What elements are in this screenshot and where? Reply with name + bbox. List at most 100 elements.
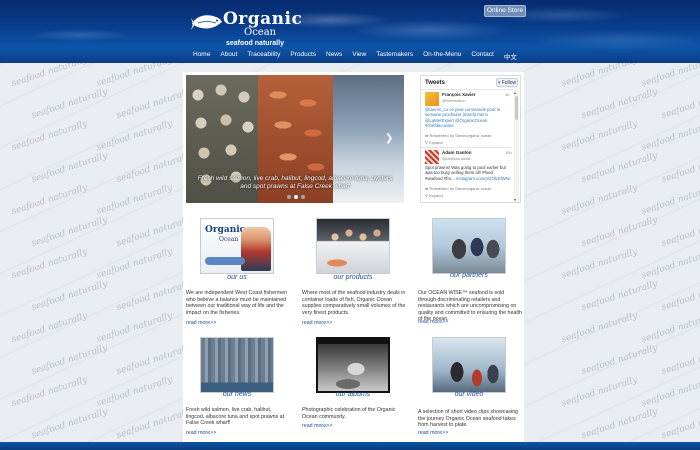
read-more-video[interactable]: read more>> bbox=[418, 430, 448, 436]
watermark-text: seafood naturally bbox=[10, 183, 89, 217]
slide-dot-active[interactable] bbox=[294, 195, 298, 199]
partners-image[interactable] bbox=[432, 218, 506, 274]
read-more-albums[interactable]: read more>> bbox=[302, 423, 332, 429]
watermark-text: seafood naturally bbox=[640, 63, 700, 89]
expand-link[interactable]: ⚲ Expand bbox=[425, 193, 443, 198]
tweets-title: Tweets bbox=[425, 80, 445, 86]
read-more-products[interactable]: read more>> bbox=[302, 320, 332, 326]
watermark-text: seafood naturally bbox=[95, 247, 174, 281]
scroll-down-icon[interactable]: ▾ bbox=[514, 197, 516, 202]
nav-item-traceability[interactable]: Traceability bbox=[247, 51, 280, 61]
watermark-text: seafood naturally bbox=[660, 151, 700, 185]
retweet-label: Retweeted by Steve/organic ocean bbox=[429, 186, 492, 191]
nav-item-products[interactable]: Products bbox=[290, 51, 316, 61]
nav-item-on-the-menu[interactable]: On-the-Menu bbox=[423, 51, 461, 61]
watermark-text: seafood naturally bbox=[580, 87, 659, 121]
tweet-time[interactable]: 4h bbox=[505, 92, 509, 97]
watermark-text: seafood naturally bbox=[10, 119, 89, 153]
news-image[interactable] bbox=[200, 337, 274, 393]
watermark-text: seafood naturally bbox=[30, 87, 109, 121]
twitter-bird-icon: ▾ bbox=[497, 80, 501, 86]
pin-icon: ⚲ bbox=[425, 193, 428, 198]
scrollbar-thumb[interactable] bbox=[515, 96, 518, 120]
section-title-products[interactable]: our products bbox=[302, 274, 404, 281]
tweet-text: @tannin_co on peut commande pour la sema… bbox=[425, 107, 511, 128]
products-image[interactable] bbox=[316, 218, 390, 274]
watermark-text: seafood naturally bbox=[95, 375, 174, 409]
divider bbox=[421, 147, 512, 148]
tweet-author-name[interactable]: Adam Ganton bbox=[442, 150, 472, 155]
watermark-text: seafood naturally bbox=[95, 183, 174, 217]
section-title-albums[interactable]: our albums bbox=[302, 391, 404, 398]
follow-label: Follow bbox=[501, 80, 517, 86]
about-image-logo-text: Organic bbox=[205, 225, 246, 235]
section-desc-about: We are independent West Coast fishermen … bbox=[186, 290, 288, 316]
read-more-about[interactable]: read more>> bbox=[186, 320, 216, 326]
expand-label: Expand bbox=[429, 140, 443, 145]
nav-item-chinese[interactable]: 中文 bbox=[504, 51, 517, 61]
twitter-widget: Tweets ▾ Follow François Xavier @foxbrea… bbox=[420, 75, 521, 203]
watermark-text: seafood naturally bbox=[560, 183, 639, 217]
divider bbox=[421, 89, 512, 90]
watermark-text: seafood naturally bbox=[580, 343, 659, 377]
watermark-text: seafood naturally bbox=[640, 247, 700, 281]
nav-item-tastemakers[interactable]: Tastemakers bbox=[376, 51, 413, 61]
tweet-author-handle[interactable]: @chillsoundsoft bbox=[442, 156, 470, 161]
nav-item-about[interactable]: About bbox=[220, 51, 237, 61]
video-image[interactable] bbox=[432, 337, 506, 393]
expand-link[interactable]: ⚲ Expand bbox=[425, 140, 443, 145]
watermark-text: seafood naturally bbox=[10, 63, 89, 89]
watermark-text: seafood naturally bbox=[660, 343, 700, 377]
avatar[interactable] bbox=[425, 92, 439, 106]
read-more-partners[interactable]: read more>> bbox=[418, 319, 448, 325]
avatar[interactable] bbox=[425, 150, 439, 164]
retweet-label: Retweeted by Steve/organic ocean bbox=[429, 133, 492, 138]
about-image-logo-sub: Ocean bbox=[219, 236, 239, 243]
section-title-partners[interactable]: our partners bbox=[418, 272, 520, 279]
watermark-text: seafood naturally bbox=[30, 279, 109, 313]
slide-pagination bbox=[287, 195, 305, 199]
tweet-links[interactable]: @LaMerExpert @OrganicOcean #chefdecuisin… bbox=[425, 118, 487, 128]
pin-icon: ⚲ bbox=[425, 140, 428, 145]
nav-item-view[interactable]: View bbox=[352, 51, 366, 61]
watermark-text: seafood naturally bbox=[660, 215, 700, 249]
section-title-video[interactable]: our video bbox=[418, 391, 520, 398]
fish-logo-icon bbox=[191, 15, 222, 30]
albums-image[interactable] bbox=[316, 337, 390, 393]
tweet-author-name[interactable]: François Xavier bbox=[442, 92, 476, 97]
scroll-up-icon[interactable]: ▴ bbox=[514, 90, 516, 95]
section-title-news[interactable]: our news bbox=[186, 391, 288, 398]
tweet-links[interactable]: instagram.com/p/ZOk2lIWNr bbox=[456, 176, 510, 181]
follow-button[interactable]: ▾ Follow bbox=[496, 78, 518, 87]
slide-dot[interactable] bbox=[287, 195, 291, 199]
nav-item-news[interactable]: News bbox=[326, 51, 342, 61]
site-footer bbox=[0, 442, 700, 450]
read-more-news[interactable]: read more>> bbox=[186, 430, 216, 436]
retweeted-by: ⇄ Retweeted by Steve/organic ocean bbox=[425, 133, 492, 138]
watermark-text: seafood naturally bbox=[560, 119, 639, 153]
tweet-author-handle[interactable]: @foxbrealion bbox=[442, 98, 466, 103]
section-desc-albums: Photographic celebration of the Organic … bbox=[302, 407, 396, 420]
tweet-text-body: @tannin_co on peut commande pour la sema… bbox=[425, 107, 501, 118]
about-us-image[interactable]: Organic Ocean bbox=[200, 218, 274, 274]
watermark-text: seafood naturally bbox=[640, 311, 700, 345]
watermark-text: seafood naturally bbox=[30, 343, 109, 377]
nav-item-home[interactable]: Home bbox=[193, 51, 210, 61]
watermark-text: seafood naturally bbox=[580, 151, 659, 185]
watermark-text: seafood naturally bbox=[580, 407, 659, 441]
image-slider[interactable]: Fresh wild salmon, live crab, halibut, l… bbox=[186, 75, 404, 203]
retweet-icon: ⇄ bbox=[425, 133, 429, 138]
site-header: Organic Ocean seafood naturally Online S… bbox=[0, 0, 700, 63]
tweets-scrollbar[interactable]: ▴ ▾ bbox=[514, 90, 519, 202]
slide-dot[interactable] bbox=[301, 195, 305, 199]
nav-item-contact[interactable]: Contact bbox=[471, 51, 493, 61]
next-slide-arrow-icon[interactable]: ❯ bbox=[385, 133, 393, 144]
watermark-text: seafood naturally bbox=[560, 375, 639, 409]
logo-text-organic: Organic bbox=[223, 9, 303, 29]
main-nav: Home About Traceability Products News Vi… bbox=[193, 51, 527, 61]
section-desc-video: A selection of short video clips showcas… bbox=[418, 409, 519, 429]
tweet-time[interactable]: 10h bbox=[505, 150, 512, 155]
online-store-button[interactable]: Online Store bbox=[484, 5, 526, 17]
section-title-about[interactable]: our us bbox=[186, 274, 288, 281]
watermark-text: seafood naturally bbox=[660, 279, 700, 313]
